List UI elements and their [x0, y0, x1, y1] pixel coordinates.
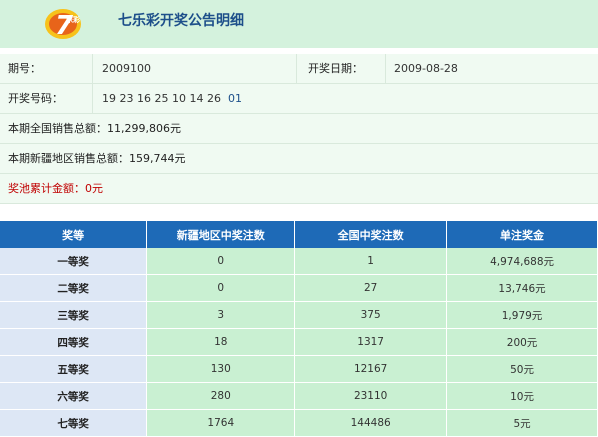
grade-cell: 四等奖 [0, 328, 148, 356]
table-row: 二等奖 0 27 13,746元 [0, 274, 598, 302]
divider [92, 84, 93, 113]
date-label: 开奖日期： [308, 62, 363, 75]
issue-label: 期号： [8, 62, 41, 75]
national-wins-cell: 12167 [294, 355, 448, 383]
page-header: 7 乐彩 七乐彩开奖公告明细 [0, 0, 598, 48]
divider [92, 54, 93, 83]
table-row: 四等奖 18 1317 200元 [0, 328, 598, 356]
prize-amount-cell: 13,746元 [446, 274, 598, 302]
table-row: 三等奖 3 375 1,979元 [0, 301, 598, 329]
xinjiang-wins-cell: 18 [146, 328, 296, 356]
xinjiang-wins-cell: 0 [146, 248, 296, 275]
page-title: 七乐彩开奖公告明细 [118, 13, 244, 29]
xinjiang-wins-cell: 3 [146, 301, 296, 329]
divider [385, 54, 386, 83]
national-sales-row: 本期全国销售总额：11,299,806元 [0, 114, 598, 144]
draw-info: 期号： 2009100 开奖日期： 2009-08-28 开奖号码： 19 23… [0, 54, 598, 204]
prize-table: 奖等 新疆地区中奖注数 全国中奖注数 单注奖金 一等奖 0 1 4,974,68… [0, 221, 598, 437]
qilecai-logo-icon: 7 乐彩 [45, 9, 81, 41]
national-wins-cell: 27 [294, 274, 448, 302]
grade-cell: 六等奖 [0, 382, 148, 410]
prize-amount-cell: 4,974,688元 [446, 248, 598, 275]
prize-amount-cell: 10元 [446, 382, 598, 410]
prize-amount-cell: 5元 [446, 409, 598, 437]
numbers-label: 开奖号码： [8, 92, 63, 105]
col-header-grade: 奖等 [0, 221, 148, 248]
xinjiang-wins-cell: 1764 [146, 409, 296, 437]
prize-amount-cell: 1,979元 [446, 301, 598, 329]
xinjiang-wins-cell: 130 [146, 355, 296, 383]
special-number: 01 [228, 92, 242, 105]
svg-text:乐彩: 乐彩 [66, 15, 81, 24]
xinjiang-wins-cell: 280 [146, 382, 296, 410]
national-wins-cell: 144486 [294, 409, 448, 437]
grade-cell: 三等奖 [0, 301, 148, 329]
grade-cell: 七等奖 [0, 409, 148, 437]
col-header-prize-amount: 单注奖金 [446, 221, 598, 248]
issue-value: 2009100 [102, 62, 151, 75]
national-sales-text: 本期全国销售总额：11,299,806元 [8, 122, 181, 135]
date-value: 2009-08-28 [394, 62, 458, 75]
col-header-xinjiang-wins: 新疆地区中奖注数 [146, 221, 296, 248]
national-wins-cell: 1317 [294, 328, 448, 356]
prize-amount-cell: 200元 [446, 328, 598, 356]
grade-cell: 二等奖 [0, 274, 148, 302]
table-row: 五等奖 130 12167 50元 [0, 355, 598, 383]
table-row: 七等奖 1764 144486 5元 [0, 409, 598, 437]
table-row: 一等奖 0 1 4,974,688元 [0, 248, 598, 275]
xinjiang-sales-text: 本期新疆地区销售总额：159,744元 [8, 152, 186, 165]
issue-row: 期号： 2009100 开奖日期： 2009-08-28 [0, 54, 598, 84]
xinjiang-sales-row: 本期新疆地区销售总额：159,744元 [0, 144, 598, 174]
grade-cell: 一等奖 [0, 248, 148, 275]
xinjiang-wins-cell: 0 [146, 274, 296, 302]
main-numbers: 19 23 16 25 10 14 26 [102, 92, 221, 105]
jackpot-row: 奖池累计金额：0元 [0, 174, 598, 204]
jackpot-text: 奖池累计金额：0元 [8, 182, 103, 195]
numbers-row: 开奖号码： 19 23 16 25 10 14 26 01 [0, 84, 598, 114]
prize-amount-cell: 50元 [446, 355, 598, 383]
national-wins-cell: 1 [294, 248, 448, 275]
col-header-national-wins: 全国中奖注数 [294, 221, 448, 248]
national-wins-cell: 375 [294, 301, 448, 329]
table-row: 六等奖 280 23110 10元 [0, 382, 598, 410]
divider [296, 54, 297, 83]
national-wins-cell: 23110 [294, 382, 448, 410]
table-header-row: 奖等 新疆地区中奖注数 全国中奖注数 单注奖金 [0, 221, 598, 248]
grade-cell: 五等奖 [0, 355, 148, 383]
